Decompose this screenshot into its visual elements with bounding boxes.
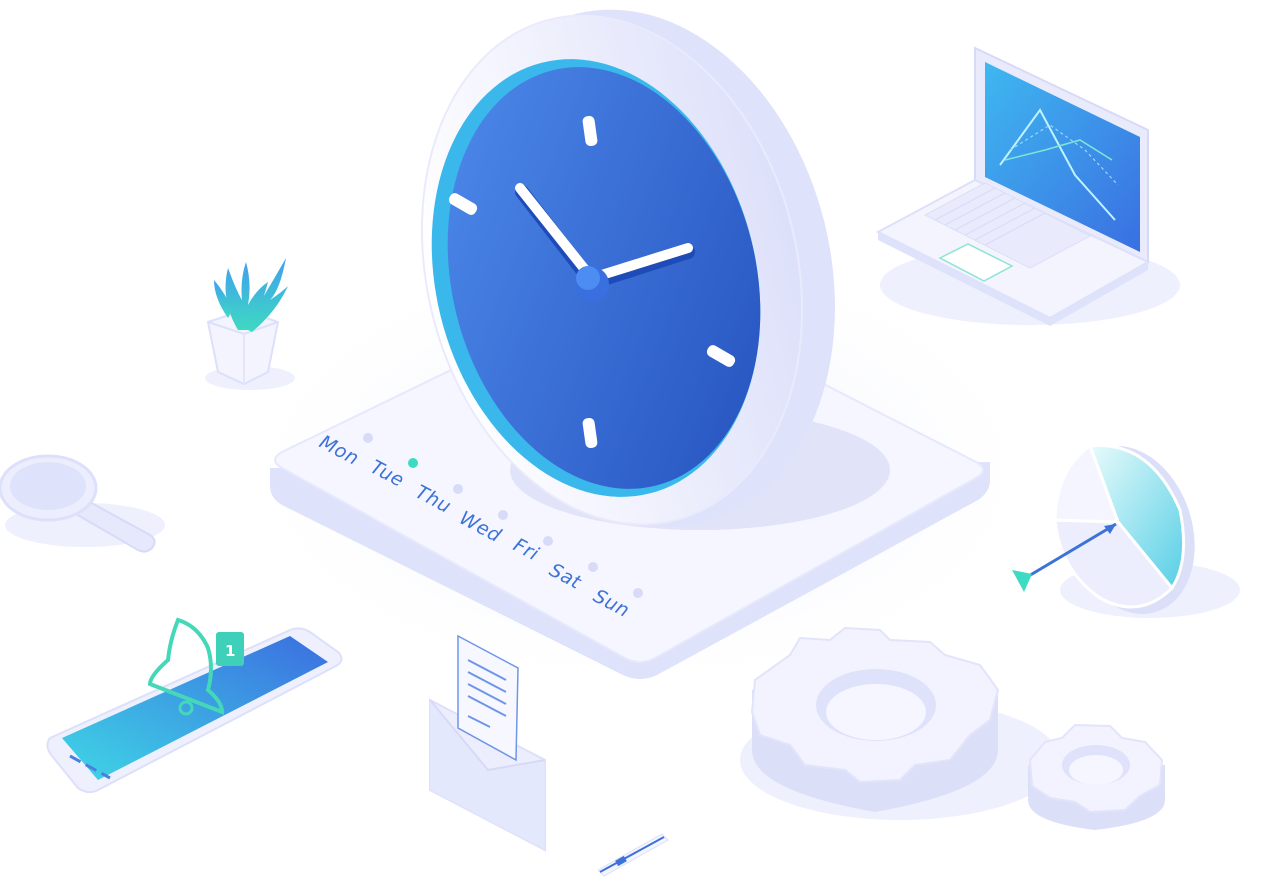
pen-icon (597, 833, 669, 877)
time-management-illustration: Mon Tue Thu Wed Fri Sat Sun 1 (0, 9, 1240, 877)
notification-badge[interactable]: 1 (216, 632, 244, 666)
plant-icon (205, 258, 295, 390)
smartphone-icon: 1 (46, 617, 343, 794)
pie-chart-icon (1053, 443, 1240, 618)
magnifier-icon (0, 454, 165, 553)
small-gear-icon (1028, 723, 1165, 830)
gear-icon (740, 626, 1060, 820)
notification-count: 1 (225, 642, 235, 660)
laptop-icon (875, 46, 1180, 326)
